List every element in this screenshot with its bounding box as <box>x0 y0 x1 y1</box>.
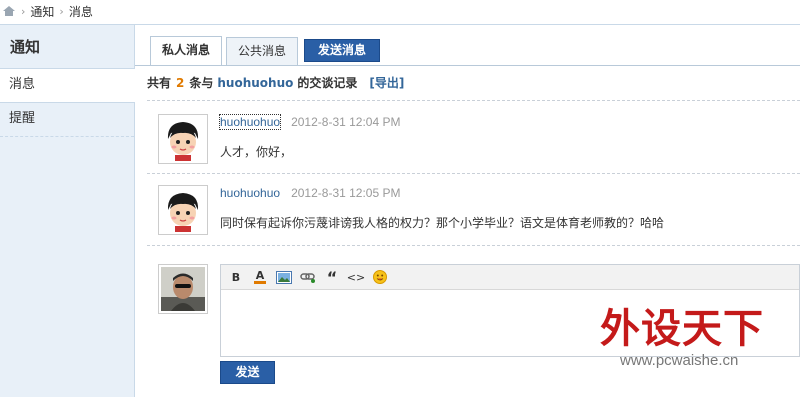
divider <box>147 245 800 246</box>
quote-icon[interactable]: “ <box>323 268 341 287</box>
bold-icon[interactable]: B <box>227 268 245 286</box>
code-icon[interactable]: <> <box>347 268 365 286</box>
message-author-link[interactable]: huohuohuo <box>220 186 280 200</box>
message-author-link[interactable]: huohuohuo <box>218 114 282 130</box>
reply-textarea[interactable] <box>221 290 799 357</box>
link-icon[interactable] <box>299 268 317 286</box>
breadcrumb-separator: › <box>59 4 64 18</box>
sidebar: 通知 消息 提醒 <box>0 25 135 397</box>
user-photo-avatar[interactable] <box>158 264 208 314</box>
message-item: huohuohuo 2012-8-31 12:04 PM 人才，你好， <box>158 114 798 170</box>
tab-private-messages[interactable]: 私人消息 <box>150 36 223 66</box>
sidebar-item-messages[interactable]: 消息 <box>0 69 135 103</box>
message-meta: huohuohuo 2012-8-31 12:04 PM <box>218 114 401 130</box>
breadcrumb-item-notice[interactable]: 通知 <box>30 3 54 20</box>
message-text: 人才，你好， <box>220 145 293 159</box>
image-icon[interactable] <box>275 268 293 286</box>
cartoon-girl-avatar[interactable] <box>158 185 208 235</box>
message-item: huohuohuo 2012-8-31 12:05 PM 同时保有起诉你污蔑诽谤我… <box>158 185 798 241</box>
tab-underline <box>135 65 800 66</box>
home-icon[interactable] <box>2 5 16 17</box>
message-tabs: 私人消息 公共消息 发送消息 <box>150 36 381 66</box>
summary-suffix: 的交谈记录 <box>297 76 358 90</box>
smiley-icon[interactable] <box>371 268 389 286</box>
divider <box>147 173 800 174</box>
font-color-icon[interactable]: A <box>251 268 269 286</box>
sidebar-item-reminders[interactable]: 提醒 <box>0 103 134 137</box>
reply-editor[interactable]: B A “ <> <box>220 264 800 357</box>
export-link[interactable]: [导出] <box>369 76 404 90</box>
message-timestamp: 2012-8-31 12:05 PM <box>291 186 401 200</box>
send-message-button[interactable]: 发送消息 <box>304 39 381 62</box>
editor-toolbar: B A “ <> <box>221 265 799 290</box>
cartoon-girl-avatar[interactable] <box>158 114 208 164</box>
breadcrumb-item-messages[interactable]: 消息 <box>69 3 93 20</box>
message-count: 2 <box>176 76 185 90</box>
summary-prefix: 共有 <box>147 76 172 90</box>
sidebar-title: 通知 <box>0 25 134 69</box>
message-text: 同时保有起诉你污蔑诽谤我人格的权力？那个小学毕业？语文是体育老师教的？哈哈 <box>220 216 665 230</box>
divider <box>147 100 800 101</box>
summary-username-link[interactable]: huohuohuo <box>217 76 293 90</box>
submit-button[interactable]: 发送 <box>220 361 275 384</box>
conversation-summary: 共有 2 条与 huohuohuo 的交谈记录 [导出] <box>147 74 404 91</box>
tab-public-messages[interactable]: 公共消息 <box>226 37 299 66</box>
breadcrumb: › 通知 › 消息 <box>0 0 800 22</box>
breadcrumb-separator: › <box>21 4 26 18</box>
message-meta: huohuohuo 2012-8-31 12:05 PM <box>220 186 400 200</box>
summary-mid: 条与 <box>189 76 214 90</box>
message-timestamp: 2012-8-31 12:04 PM <box>291 115 401 129</box>
